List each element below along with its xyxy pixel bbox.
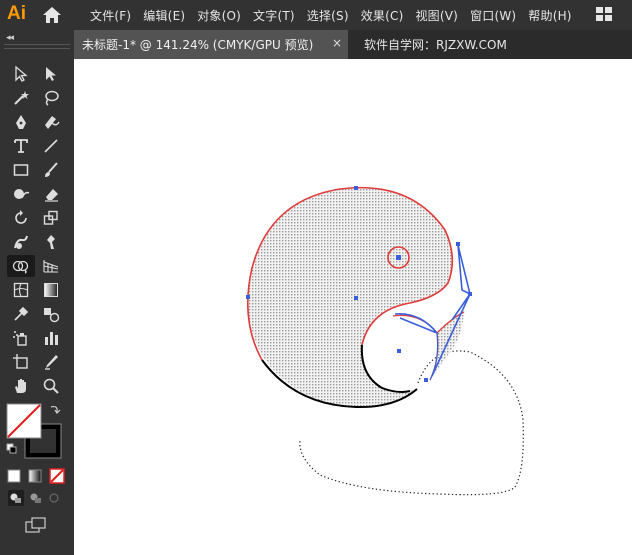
eraser-tool-icon[interactable] (39, 183, 63, 205)
menu-file[interactable]: 文件(F) (90, 7, 131, 24)
hand-tool-icon[interactable] (9, 375, 33, 397)
column-graph-tool-icon[interactable] (39, 327, 63, 349)
shaper-tool-icon[interactable] (9, 183, 33, 205)
panel-grip[interactable] (4, 44, 70, 49)
menu-window[interactable]: 窗口(W) (470, 7, 516, 24)
curvature-tool-icon[interactable] (39, 111, 63, 133)
app-logo: Ai (7, 3, 26, 24)
menu-edit[interactable]: 编辑(E) (143, 7, 185, 24)
tools-panel: ◂◂ (0, 30, 74, 555)
direct-selection-tool-icon[interactable] (39, 63, 63, 85)
draw-mode-buttons[interactable] (8, 490, 64, 506)
artboard-tool-icon[interactable] (9, 351, 33, 373)
menu-view[interactable]: 视图(V) (415, 7, 458, 24)
gradient-tool-icon[interactable] (39, 279, 63, 301)
mesh-tool-icon[interactable] (9, 279, 33, 301)
home-icon[interactable] (42, 6, 62, 24)
paintbrush-tool-icon[interactable] (39, 159, 63, 181)
warp-tool-icon[interactable] (9, 231, 33, 253)
symbol-sprayer-tool-icon[interactable] (9, 327, 33, 349)
rotate-tool-icon[interactable] (9, 207, 33, 229)
slice-tool-icon[interactable] (39, 351, 63, 373)
main-shape (248, 187, 453, 408)
rectangle-tool-icon[interactable] (9, 159, 33, 181)
menu-bar: Ai 文件(F) 编辑(E) 对象(O) 文字(T) 选择(S) 效果(C) 视… (0, 0, 632, 30)
artboard-canvas[interactable] (74, 59, 632, 555)
menu-object[interactable]: 对象(O) (197, 7, 241, 24)
perspective-grid-tool-icon[interactable] (39, 255, 63, 277)
eyedropper-tool-icon[interactable] (9, 303, 33, 325)
collapse-panel-icon[interactable]: ◂◂ (6, 33, 14, 43)
artwork[interactable] (74, 59, 632, 555)
lasso-tool-icon[interactable] (39, 87, 63, 109)
menu-select[interactable]: 选择(S) (307, 7, 349, 24)
fill-stroke-swatches[interactable] (5, 402, 67, 462)
workspace-switcher-icon[interactable] (596, 7, 612, 21)
zoom-tool-icon[interactable] (39, 375, 63, 397)
scale-tool-icon[interactable] (39, 207, 63, 229)
screen-mode-icon[interactable] (25, 517, 47, 533)
menu-help[interactable]: 帮助(H) (528, 7, 571, 24)
puppet-warp-tool-icon[interactable] (39, 231, 63, 253)
document-tab-secondary[interactable]: 软件自学网：RJZXW.COM (364, 30, 507, 59)
blend-tool-icon[interactable] (39, 303, 63, 325)
magic-wand-tool-icon[interactable] (9, 87, 33, 109)
main-menu: 文件(F) 编辑(E) 对象(O) 文字(T) 选择(S) 效果(C) 视图(V… (90, 0, 584, 30)
type-tool-icon[interactable] (9, 135, 33, 157)
line-segment-tool-icon[interactable] (39, 135, 63, 157)
pen-tool-icon[interactable] (9, 111, 33, 133)
document-tab-active[interactable]: 未标题-1* @ 141.24% (CMYK/GPU 预览) × (74, 30, 348, 59)
menu-type[interactable]: 文字(T) (253, 7, 295, 24)
menu-effect[interactable]: 效果(C) (361, 7, 404, 24)
document-tab-bar: 未标题-1* @ 141.24% (CMYK/GPU 预览) × 软件自学网：R… (74, 30, 632, 59)
selection-tool-icon[interactable] (9, 63, 33, 85)
shape-builder-tool-icon[interactable] (7, 255, 35, 277)
close-tab-icon[interactable]: × (332, 36, 342, 50)
color-mode-buttons[interactable] (7, 468, 65, 484)
document-tab-title: 未标题-1* @ 141.24% (CMYK/GPU 预览) (82, 38, 314, 52)
